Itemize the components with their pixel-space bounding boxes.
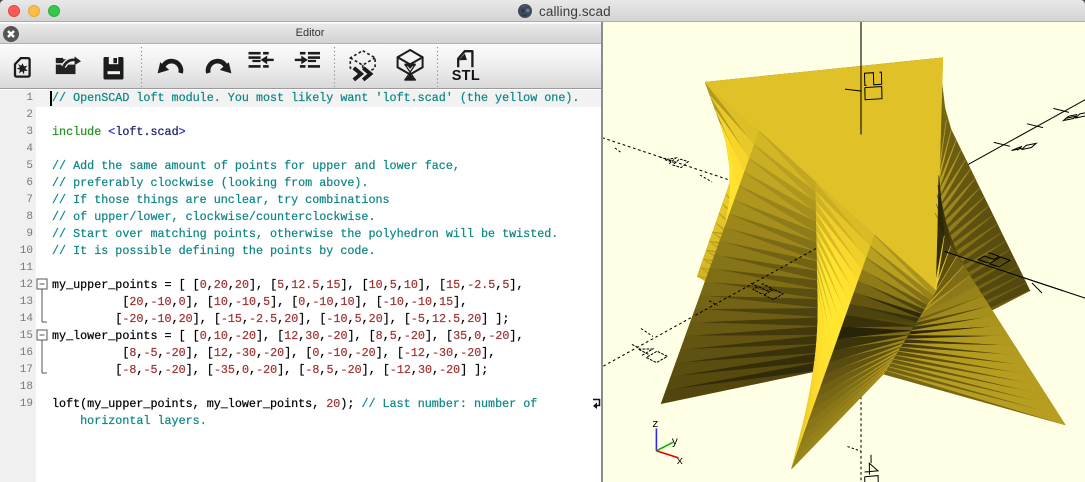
svg-text:x: x — [677, 456, 684, 468]
svg-text:y: y — [672, 437, 679, 449]
svg-text:z: z — [652, 419, 659, 431]
svg-text:STL: STL — [452, 68, 480, 84]
